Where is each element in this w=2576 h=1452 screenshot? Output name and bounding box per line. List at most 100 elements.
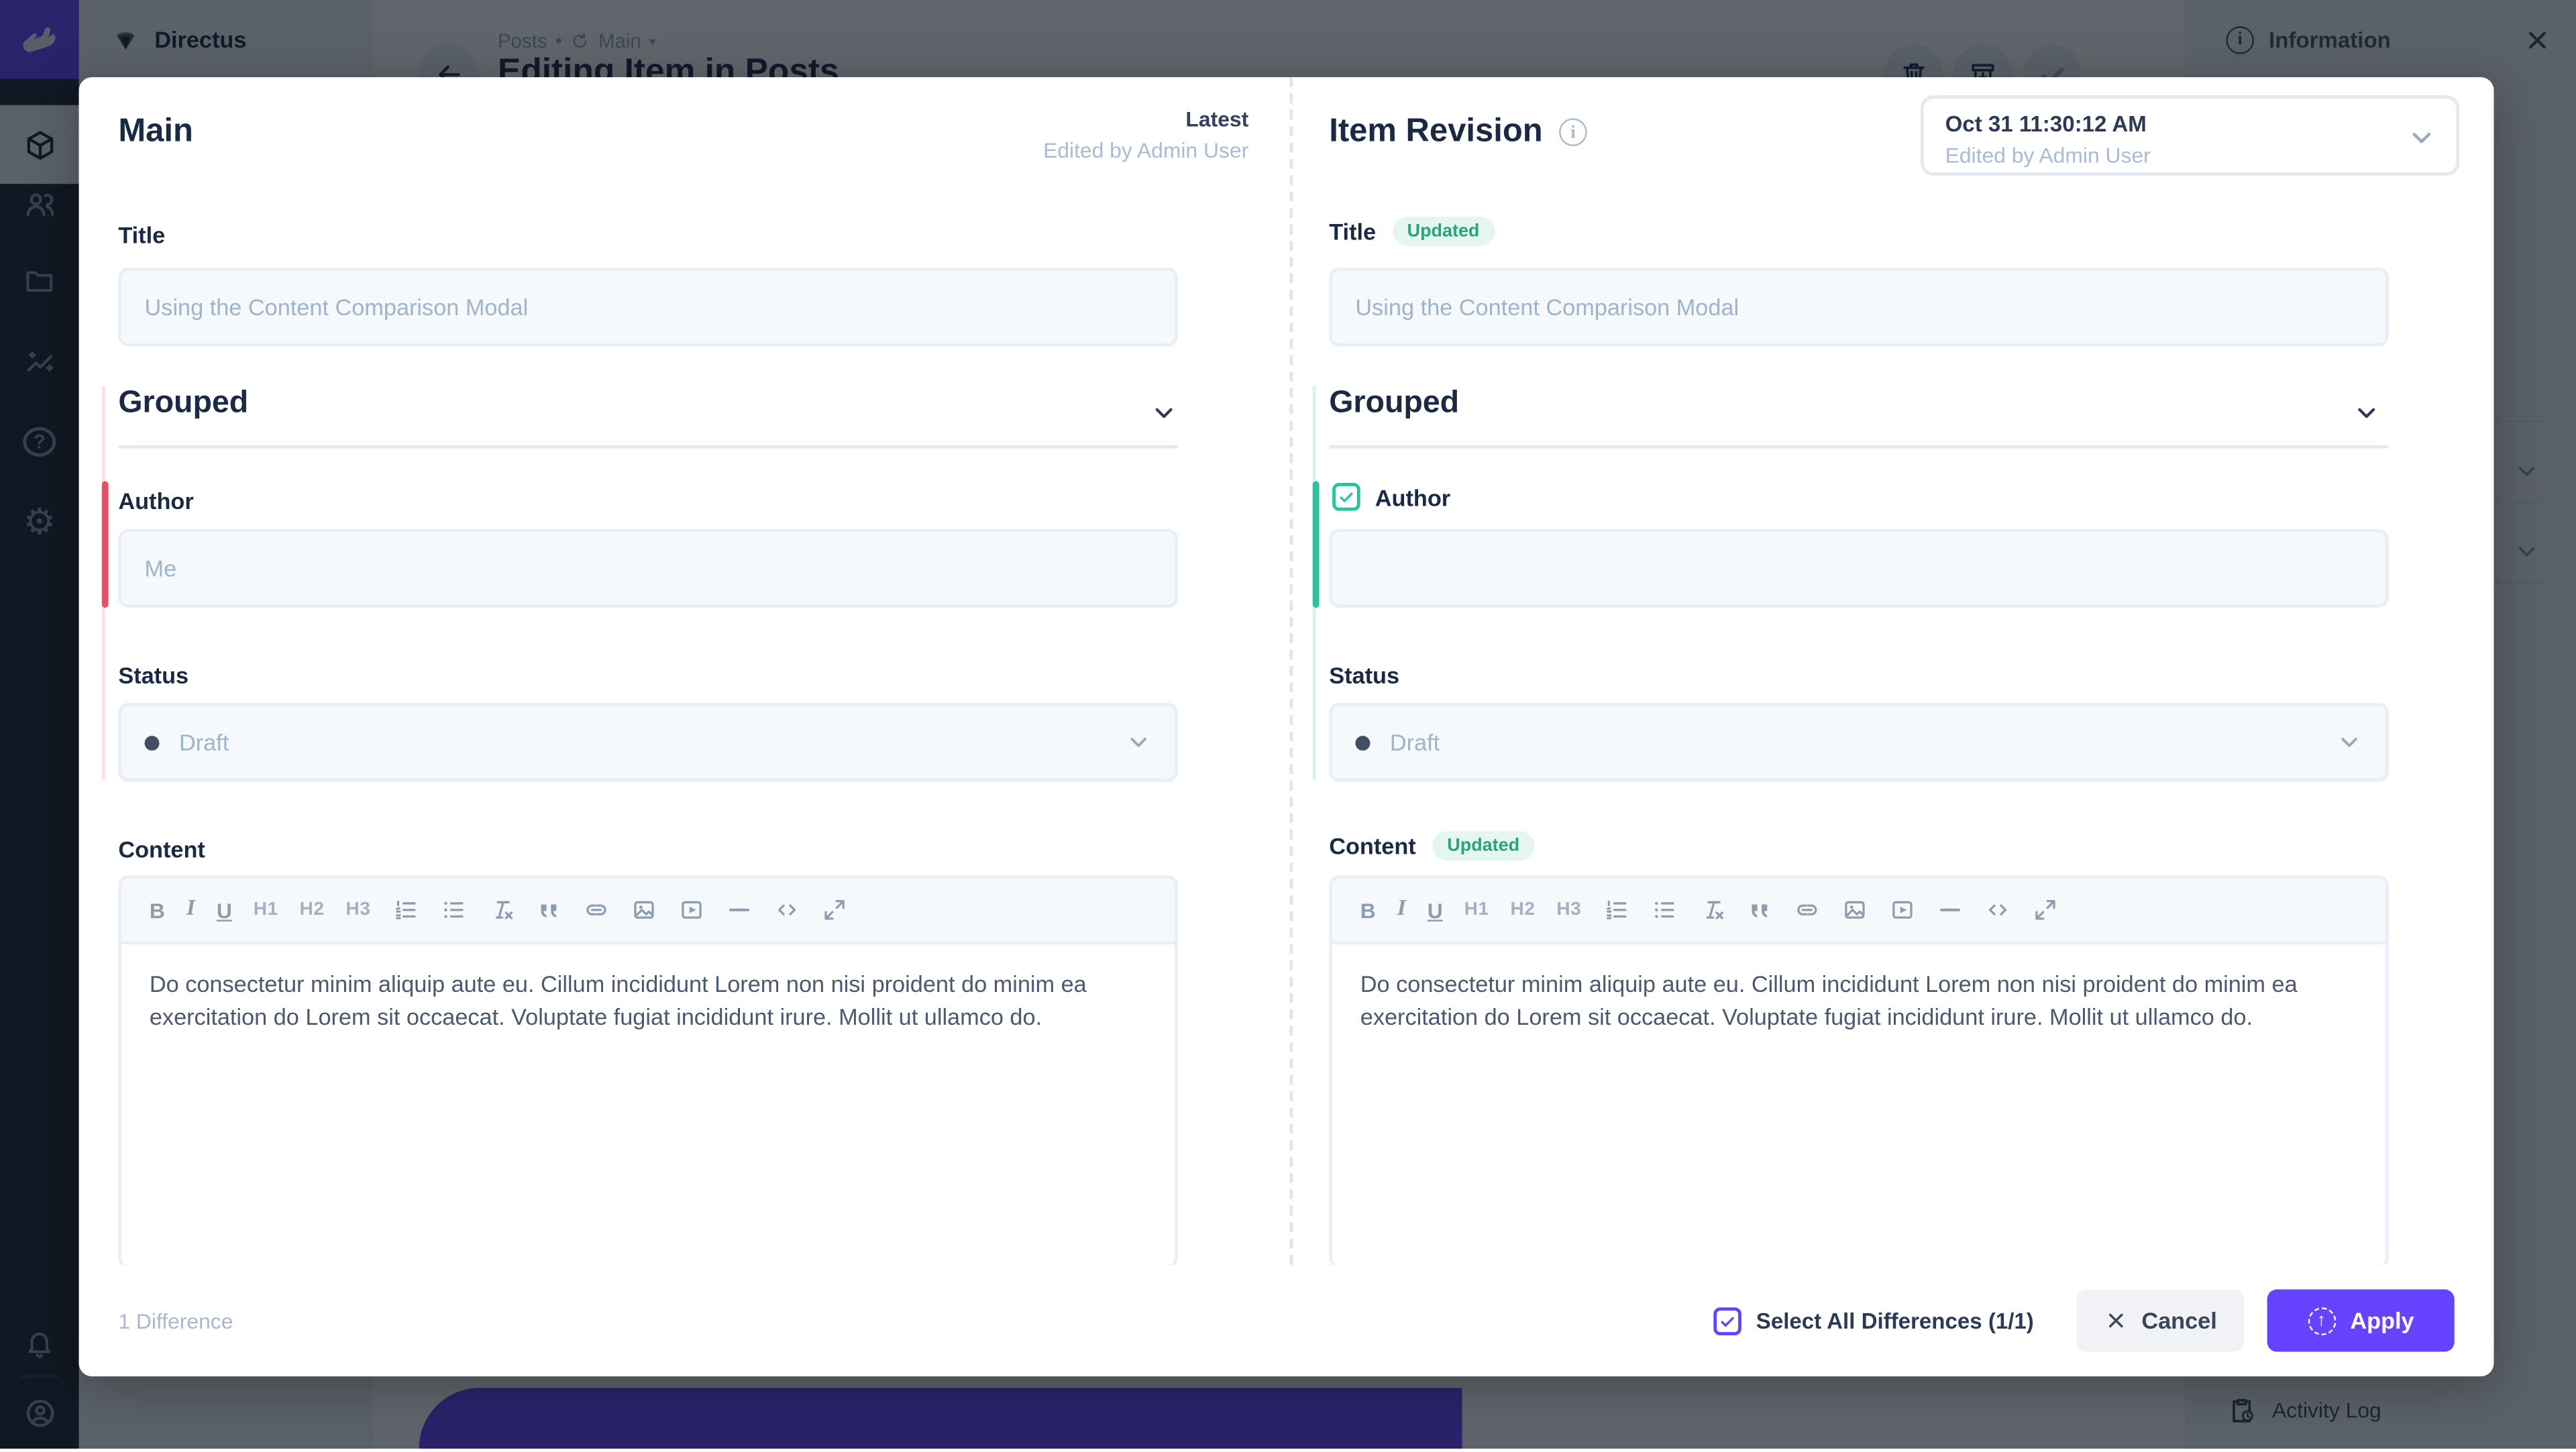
group-chevron-icon[interactable] [1150, 399, 1178, 427]
revision-info-icon[interactable]: i [1559, 118, 1587, 146]
ordered-list-icon[interactable] [392, 897, 418, 923]
author-field-labelrow: Author [1332, 483, 1450, 511]
status-dot-icon [145, 735, 160, 750]
title-field-value: Using the Content Comparison Modal [1355, 294, 1739, 320]
heading-2-icon[interactable]: H2 [1510, 900, 1535, 919]
status-field-label: Status [1329, 662, 1399, 688]
code-icon[interactable] [1984, 897, 2010, 923]
meta-latest: Latest [1043, 107, 1248, 131]
heading-1-icon[interactable]: H1 [254, 900, 278, 919]
updated-badge: Updated [1393, 217, 1495, 246]
group-divider [118, 445, 1178, 449]
author-diff-checkbox[interactable] [1332, 483, 1360, 511]
revision-selector[interactable]: Oct 31 11:30:12 AM Edited by Admin User [1921, 95, 2459, 176]
title-field-labelrow: Title Updated [1329, 217, 1494, 246]
main-panel: Main Latest Edited by Admin User Title U… [79, 77, 1290, 1265]
revision-panel-heading: Item Revision i [1329, 113, 1587, 151]
title-field-value: Using the Content Comparison Modal [145, 294, 529, 320]
check-icon [1718, 1312, 1736, 1330]
group-chevron-icon[interactable] [2353, 399, 2381, 427]
remove-format-icon[interactable] [1698, 897, 1724, 923]
content-field-label: Content [118, 836, 205, 862]
blockquote-icon[interactable] [1746, 897, 1772, 923]
italic-icon[interactable]: I [186, 897, 195, 923]
author-diff-bar [102, 482, 109, 608]
main-panel-meta: Latest Edited by Admin User [1043, 107, 1248, 162]
apply-icon: ↑ [2308, 1306, 2336, 1335]
video-icon[interactable] [1888, 897, 1915, 923]
status-field-label: Status [118, 662, 189, 688]
group-heading: Grouped [118, 386, 248, 423]
content-editor: BIU H1 H2 H3 Do consectetur minim aliquip a… [1329, 875, 2389, 1264]
fullscreen-icon[interactable] [2031, 897, 2057, 923]
status-field-value: Draft [1390, 729, 1440, 755]
cancel-label: Cancel [2141, 1307, 2216, 1333]
image-icon[interactable] [630, 897, 656, 923]
status-field-value: Draft [179, 729, 229, 755]
content-comparison-modal: Main Latest Edited by Admin User Title U… [79, 77, 2494, 1376]
author-field-label: Author [118, 488, 193, 514]
heading-1-icon[interactable]: H1 [1464, 900, 1489, 919]
editor-toolbar: BIU H1 H2 H3 [1332, 879, 2385, 944]
content-field-label: Content [1329, 833, 1416, 859]
code-icon[interactable] [773, 897, 799, 923]
author-diff-bar [1313, 482, 1320, 608]
horizontal-rule-icon[interactable] [1936, 897, 1962, 923]
select-chevron-icon [1126, 729, 1152, 755]
revision-panel: Item Revision i Oct 31 11:30:12 AM Edite… [1289, 77, 2493, 1265]
apply-button[interactable]: ↑ Apply [2267, 1289, 2455, 1351]
remove-format-icon[interactable] [487, 897, 513, 923]
content-field-labelrow: Content Updated [1329, 831, 1534, 860]
title-field-label: Title [118, 222, 165, 248]
author-field-input: Me [118, 529, 1178, 608]
difference-count: 1 Difference [118, 1308, 233, 1333]
select-chevron-icon [2336, 729, 2362, 755]
revision-heading-label: Item Revision [1329, 113, 1542, 151]
underline-icon[interactable]: U [1428, 897, 1443, 922]
revision-date: Oct 31 11:30:12 AM [1945, 112, 2147, 137]
underline-icon[interactable]: U [217, 897, 232, 922]
heading-3-icon[interactable]: H3 [1556, 900, 1581, 919]
author-field-value: Me [145, 555, 177, 581]
ordered-list-icon[interactable] [1603, 897, 1629, 923]
cancel-button[interactable]: Cancel [2077, 1289, 2245, 1351]
bullet-list-icon[interactable] [439, 897, 466, 923]
close-icon [2104, 1309, 2127, 1332]
image-icon[interactable] [1841, 897, 1867, 923]
modal-footer: 1 Difference Select All Differences (1/1… [79, 1265, 2494, 1377]
blockquote-icon[interactable] [535, 897, 561, 923]
select-all-checkbox[interactable] [1713, 1306, 1741, 1335]
author-field-input [1329, 529, 2389, 608]
screen: Directus Posts • Main ▾ Editing Item in … [0, 0, 2576, 1449]
italic-icon[interactable]: I [1397, 897, 1406, 923]
content-editor: BIU H1 H2 H3 Do consectetur minim aliquip a… [118, 875, 1178, 1264]
check-icon [1337, 488, 1355, 506]
content-field-value: Do consectetur minim aliquip aute eu. Ci… [1332, 944, 2385, 1057]
select-all-label: Select All Differences (1/1) [1756, 1308, 2034, 1333]
status-dot-icon [1355, 735, 1370, 750]
bold-icon[interactable]: B [1360, 897, 1376, 922]
heading-2-icon[interactable]: H2 [300, 900, 325, 919]
link-icon[interactable] [1793, 897, 1819, 923]
updated-badge: Updated [1432, 831, 1534, 860]
status-field-select: Draft [1329, 703, 2389, 782]
apply-label: Apply [2350, 1307, 2414, 1333]
video-icon[interactable] [678, 897, 704, 923]
author-field-label: Author [1375, 484, 1450, 510]
title-field-input: Using the Content Comparison Modal [118, 268, 1178, 347]
bullet-list-icon[interactable] [1650, 897, 1676, 923]
heading-3-icon[interactable]: H3 [345, 900, 370, 919]
title-field-input: Using the Content Comparison Modal [1329, 268, 2389, 347]
main-panel-heading: Main [118, 113, 193, 151]
chevron-down-icon [2407, 123, 2436, 153]
link-icon[interactable] [582, 897, 608, 923]
fullscreen-icon[interactable] [820, 897, 847, 923]
bold-icon[interactable]: B [150, 897, 165, 922]
status-field-select: Draft [118, 703, 1178, 782]
horizontal-rule-icon[interactable] [725, 897, 751, 923]
title-field-label: Title [1329, 219, 1376, 245]
content-field-value: Do consectetur minim aliquip aute eu. Ci… [121, 944, 1175, 1057]
revision-edited-by: Edited by Admin User [1945, 143, 2151, 168]
group-divider [1329, 445, 2389, 449]
group-heading: Grouped [1329, 386, 1459, 423]
